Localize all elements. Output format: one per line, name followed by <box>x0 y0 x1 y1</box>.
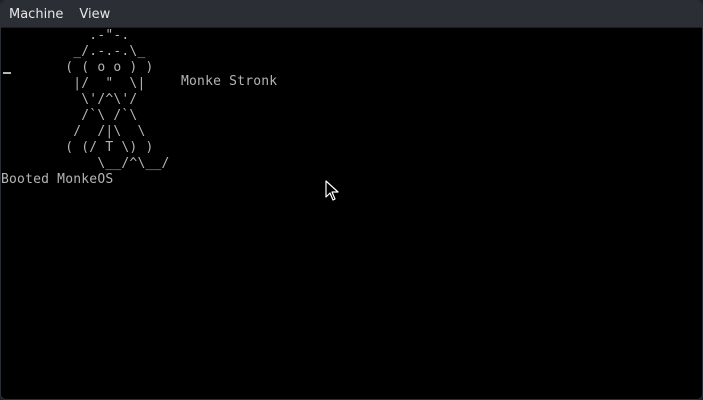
text-cursor <box>3 72 11 74</box>
menu-machine[interactable]: Machine <box>3 3 69 26</box>
mouse-pointer-icon <box>325 180 339 201</box>
boot-message: Booted MonkeOS <box>1 172 114 187</box>
vm-screen[interactable]: .-"-. _/.-.-.\_ ( ( o o ) ) |/ " \| \'/^… <box>1 28 702 399</box>
menubar: Machine View <box>1 1 702 28</box>
ascii-caption: Monke Stronk <box>181 74 278 89</box>
vm-window: Machine View .-"-. _/.-.-.\_ ( ( o o ) )… <box>0 0 703 400</box>
menu-view[interactable]: View <box>73 3 116 26</box>
monkey-ascii-art: .-"-. _/.-.-.\_ ( ( o o ) ) |/ " \| \'/^… <box>65 28 170 171</box>
